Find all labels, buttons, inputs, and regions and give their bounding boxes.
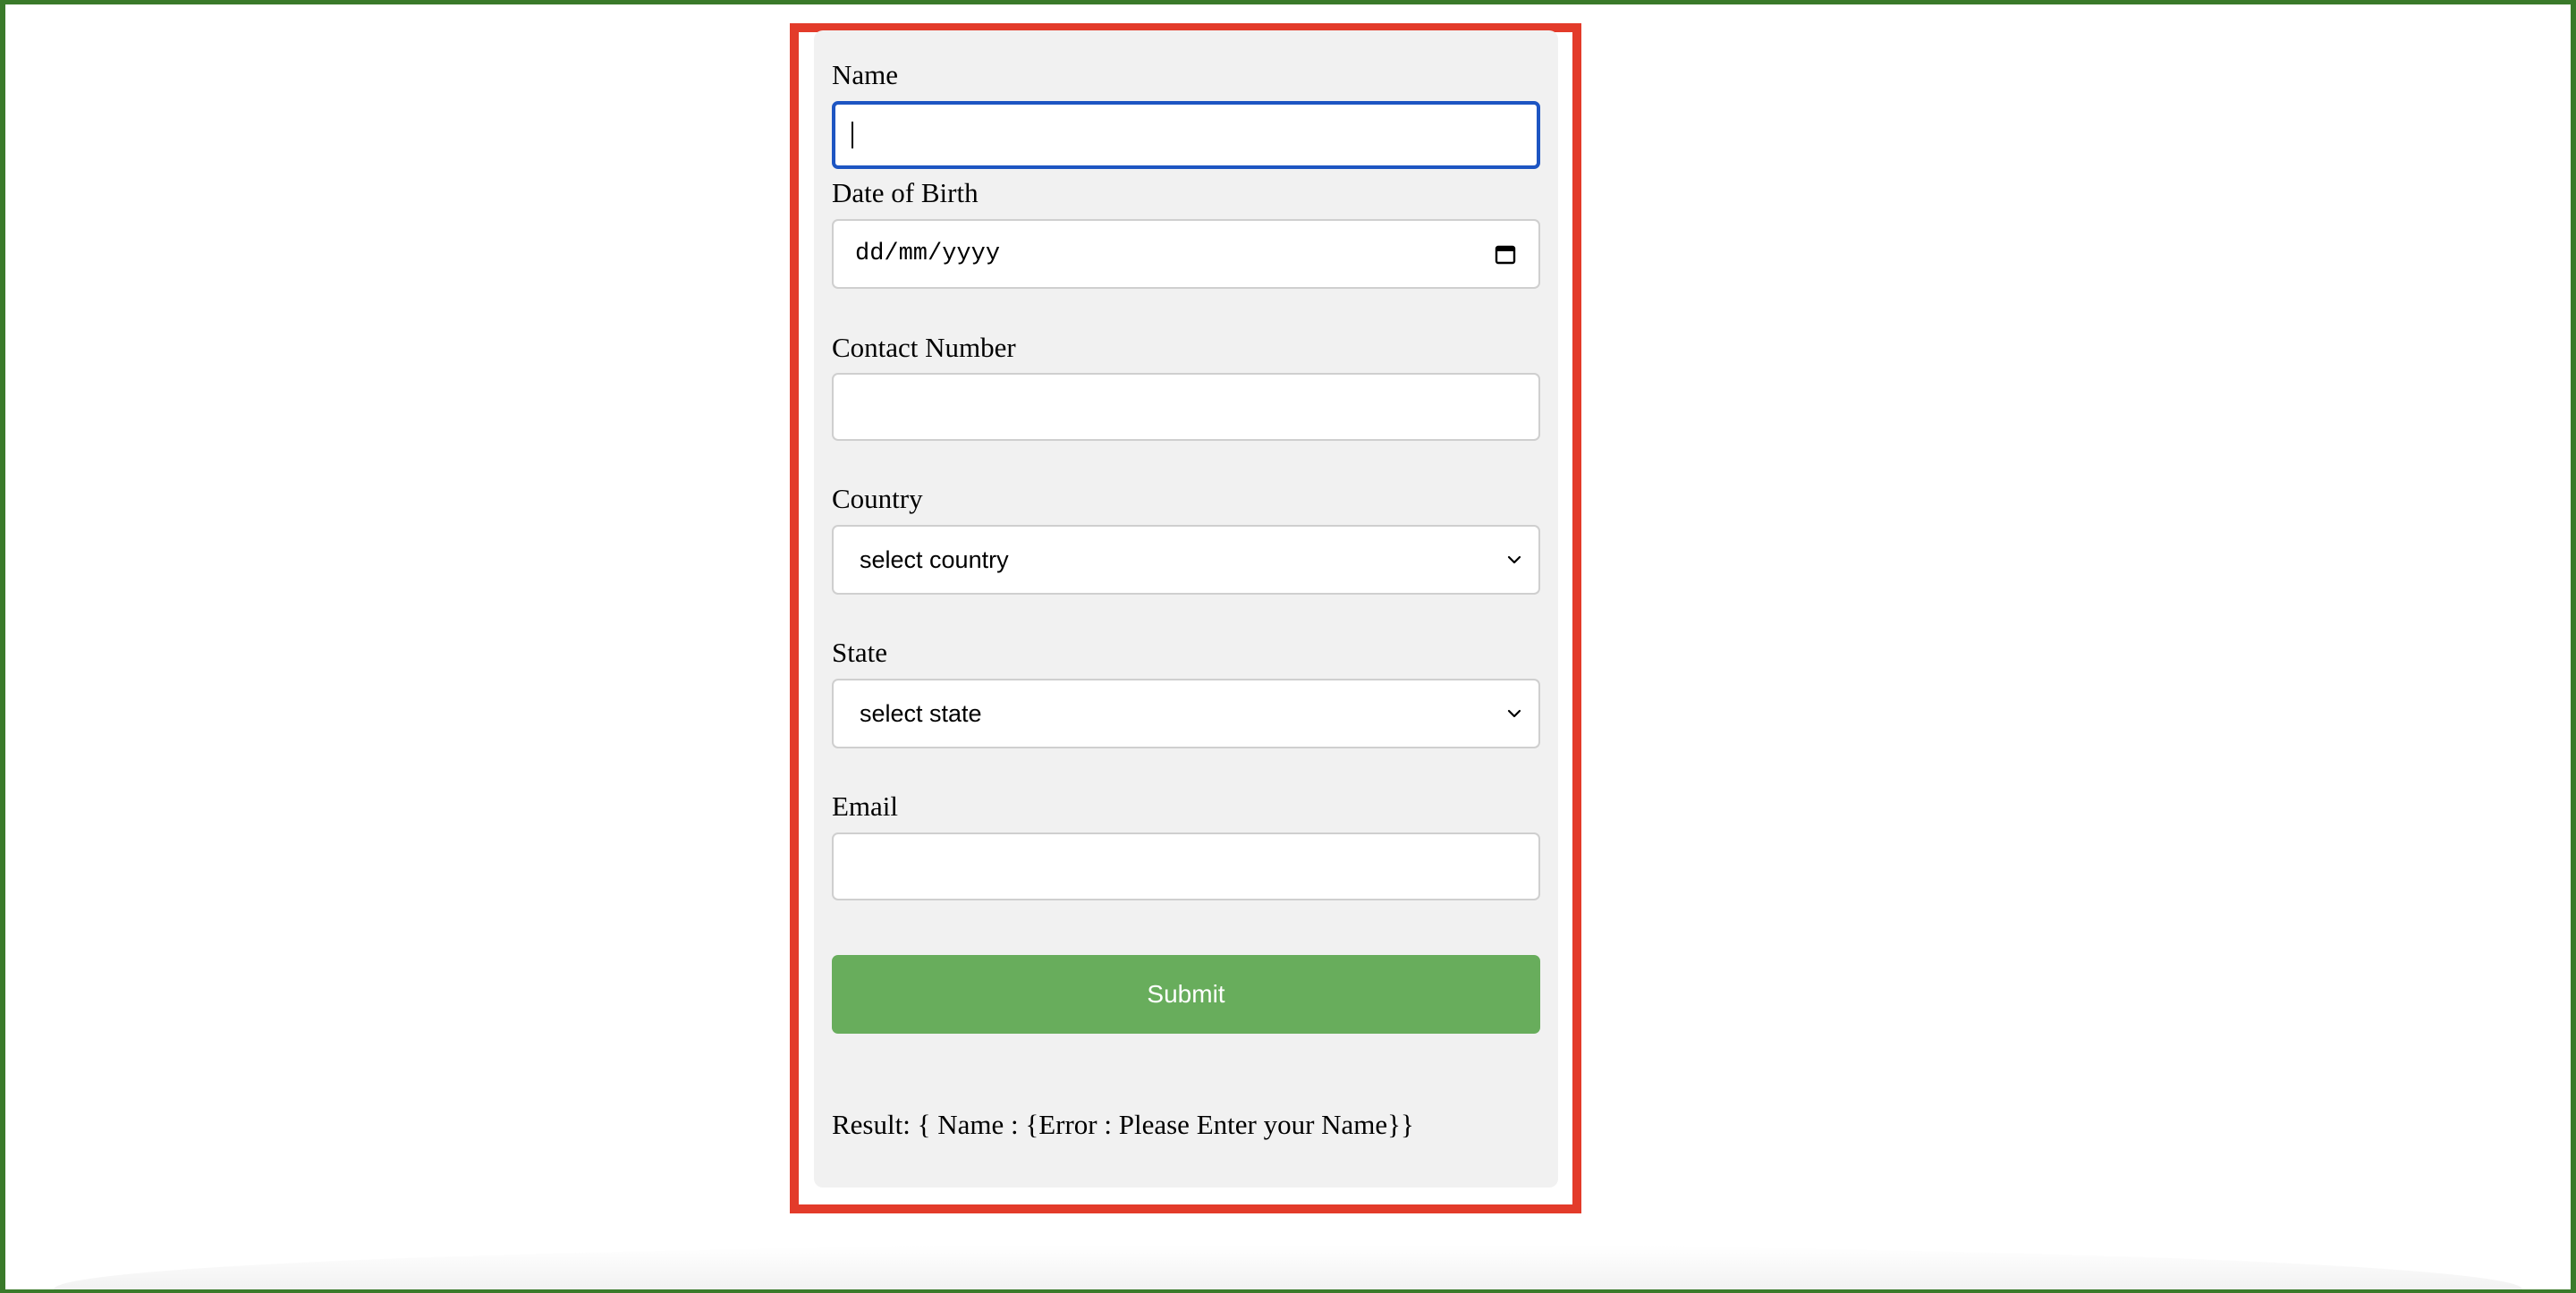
state-select[interactable]: select state: [832, 679, 1540, 748]
dob-input[interactable]: dd/mm/yyyy: [832, 219, 1540, 289]
email-input[interactable]: [832, 832, 1540, 900]
name-input[interactable]: [832, 101, 1540, 169]
state-selected-value: select state: [860, 699, 982, 727]
calendar-icon[interactable]: [1494, 242, 1517, 266]
dob-placeholder: dd/mm/yyyy: [855, 241, 1001, 267]
contact-label: Contact Number: [832, 332, 1016, 363]
state-label: State: [832, 637, 887, 668]
result-message: Result: { Name : {Error : Please Enter y…: [832, 1109, 1414, 1140]
dob-label: Date of Birth: [832, 177, 979, 208]
name-label: Name: [832, 59, 899, 90]
text-caret: [852, 122, 853, 148]
chevron-down-icon: [1504, 550, 1524, 570]
contact-input[interactable]: [832, 373, 1540, 441]
chevron-down-icon: [1504, 704, 1524, 723]
country-selected-value: select country: [860, 545, 1009, 573]
country-label: Country: [832, 483, 923, 514]
submit-button[interactable]: Submit: [832, 955, 1540, 1034]
email-label: Email: [832, 790, 899, 822]
country-select[interactable]: select country: [832, 525, 1540, 595]
